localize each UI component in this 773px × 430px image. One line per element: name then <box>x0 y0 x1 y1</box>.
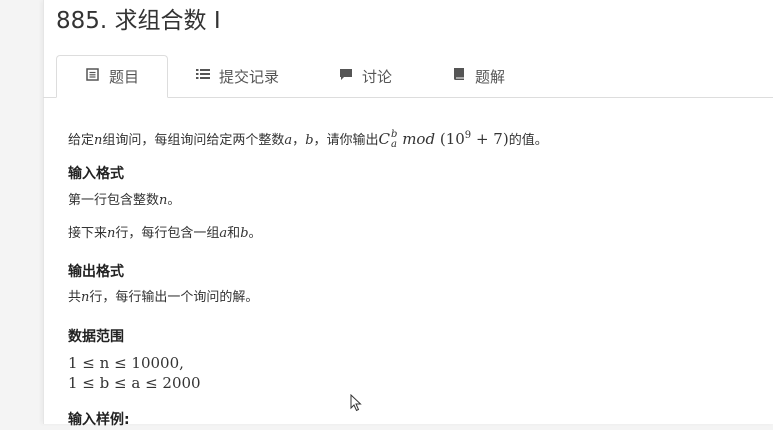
input-format-line-2: 接下来n行，每行包含一组a和b。 <box>68 226 262 241</box>
tab-description[interactable]: 题目 <box>56 55 168 98</box>
output-format-heading: 输出格式 <box>68 264 124 280</box>
data-range-line-1: 1 ≤ n ≤ 10000, <box>68 354 184 372</box>
tab-submissions-label: 提交记录 <box>219 67 280 86</box>
output-format-line: 共n行，每行输出一个询问的解。 <box>68 290 259 305</box>
tab-discussion[interactable]: 讨论 <box>338 55 392 97</box>
tab-submissions[interactable]: 提交记录 <box>195 55 279 97</box>
data-range-heading: 数据范围 <box>68 329 124 345</box>
tab-discussion-label: 讨论 <box>362 67 393 86</box>
page-title: 885. 求组合数 I <box>56 8 221 34</box>
tab-description-label: 题目 <box>108 68 139 86</box>
data-range-line-2: 1 ≤ b ≤ a ≤ 2000 <box>68 374 201 392</box>
sample-input-heading: 输入样例: <box>68 412 130 428</box>
tab-bar: 题目 提交记录 讨论 题解 <box>43 55 773 98</box>
book-icon <box>451 67 467 85</box>
tab-solutions[interactable]: 题解 <box>451 55 505 97</box>
chat-icon <box>338 68 354 85</box>
list-icon <box>195 68 211 84</box>
tab-solutions-label: 题解 <box>475 67 506 86</box>
input-format-heading: 输入格式 <box>68 166 124 182</box>
mouse-cursor-icon <box>350 393 362 416</box>
combination-formula: Cba mod (109 + 7) <box>378 129 509 150</box>
document-icon <box>85 68 101 85</box>
input-format-line-1: 第一行包含整数n。 <box>68 193 181 208</box>
problem-intro: 给定n组询问，每组询问给定两个整数a，b，请你输出C b a mod (109 + … <box>68 129 548 150</box>
